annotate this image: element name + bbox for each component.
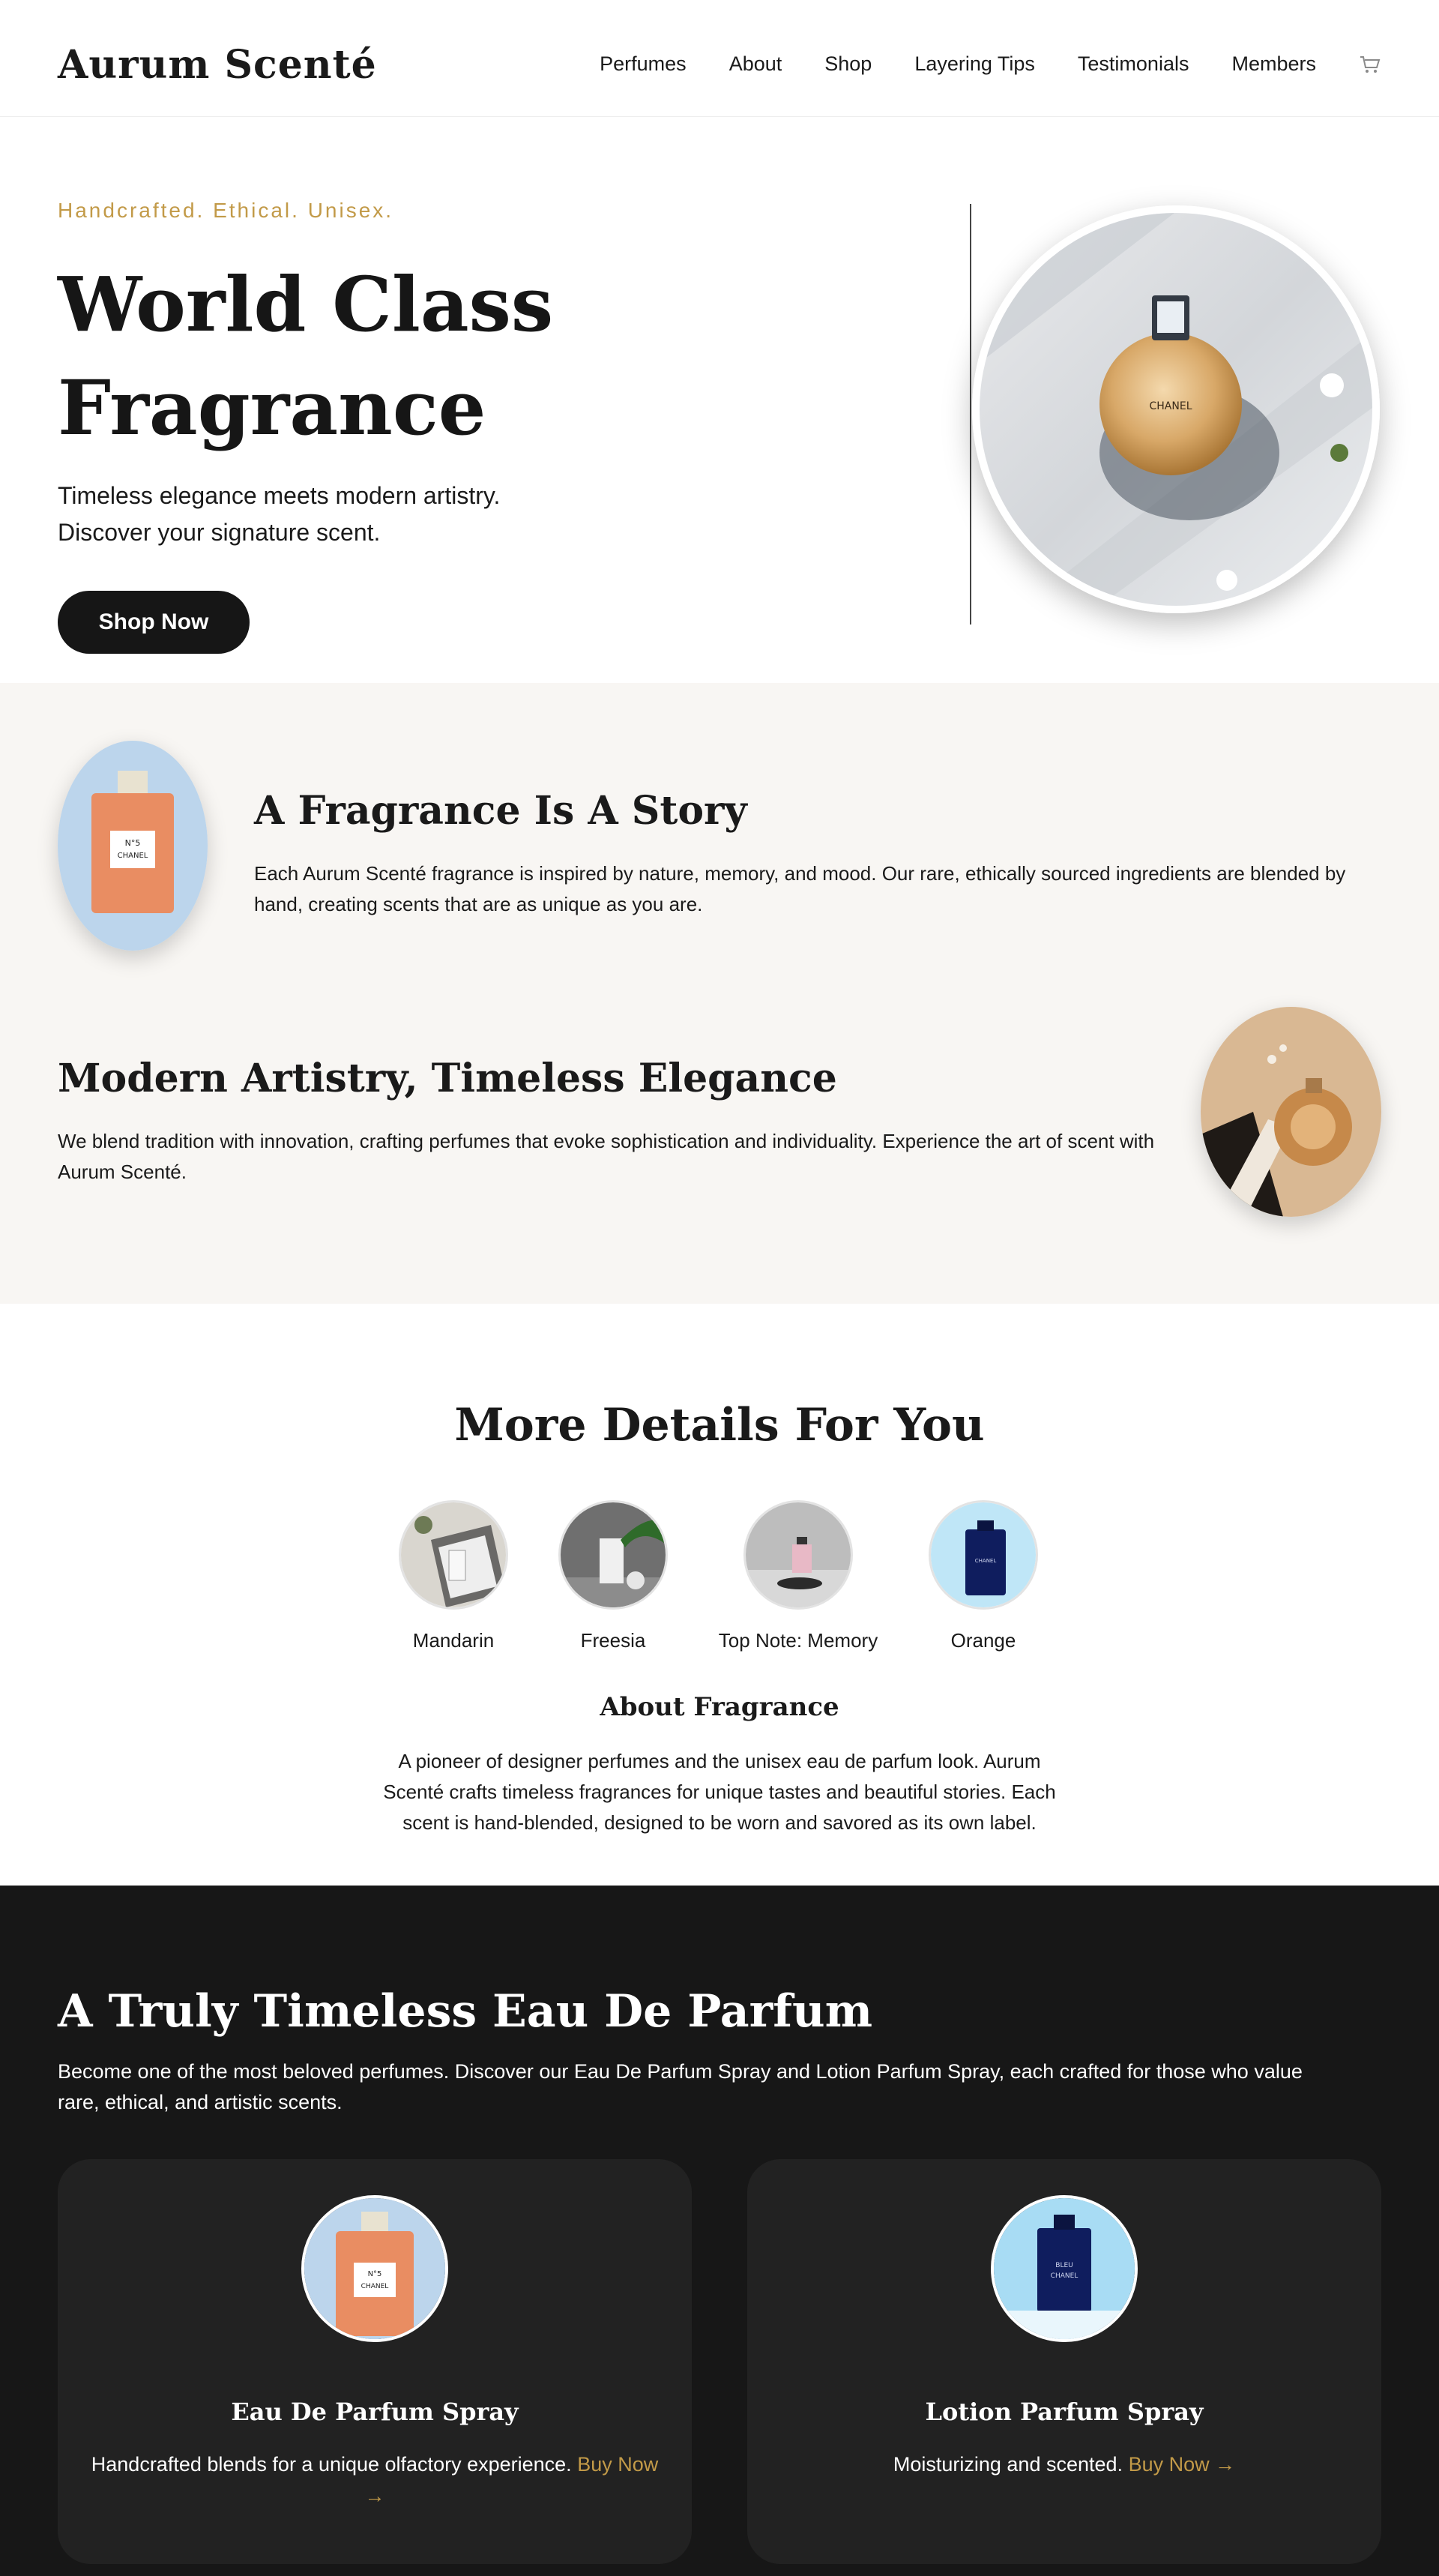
nav-shop[interactable]: Shop [824, 52, 872, 76]
note-label: Freesia [580, 1629, 646, 1652]
hero-divider [970, 204, 971, 625]
svg-text:CHANEL: CHANEL [1051, 2272, 1079, 2280]
shop-now-button[interactable]: Shop Now [58, 591, 250, 654]
product-name: Eau De Parfum Spray [231, 2398, 519, 2426]
note-item-top-note-memory[interactable]: Top Note: Memory [716, 1500, 881, 1652]
cart-icon[interactable] [1359, 53, 1381, 76]
product-description-text: Handcrafted blends for a unique olfactor… [91, 2453, 572, 2476]
products-title: A Truly Timeless Eau De Parfum [58, 1985, 873, 2038]
product-image: BLEU CHANEL [991, 2195, 1138, 2342]
svg-text:N°5: N°5 [125, 838, 141, 848]
hero-perfume-image: CHANEL [972, 205, 1380, 613]
hero-subtitle: Timeless elegance meets modern artistry.… [58, 478, 582, 551]
story-section: N°5 CHANEL A Fragrance Is A Story Each A… [0, 683, 1439, 1304]
story-perfume-image: N°5 CHANEL [58, 741, 208, 951]
buy-now-link[interactable]: Buy Now → [1129, 2453, 1236, 2476]
product-name: Lotion Parfum Spray [925, 2398, 1204, 2426]
hero-title-line-1: World Class [58, 260, 554, 349]
details-section: More Details For You Mandarin Freesia To… [0, 1304, 1439, 1886]
story-title-1: A Fragrance Is A Story [254, 788, 747, 834]
svg-text:N°5: N°5 [368, 2270, 382, 2278]
note-label: Mandarin [412, 1629, 495, 1652]
note-item-orange[interactable]: CHANEL Orange [929, 1500, 1038, 1652]
brand-logo[interactable]: Aurum Scenté [58, 42, 377, 88]
product-image: N°5 CHANEL [301, 2195, 448, 2342]
main-nav: Perfumes About Shop Layering Tips Testim… [600, 52, 1381, 76]
products-section: A Truly Timeless Eau De Parfum Become on… [0, 1886, 1439, 2576]
svg-text:CHANEL: CHANEL [975, 1558, 997, 1564]
note-item-mandarin[interactable]: Mandarin [399, 1500, 508, 1652]
svg-text:CHANEL: CHANEL [361, 2283, 389, 2290]
product-description: Moisturizing and scented. Buy Now → [777, 2449, 1351, 2480]
hero-subtitle-line-1: Timeless elegance meets modern artistry. [58, 482, 501, 509]
nav-layering-tips[interactable]: Layering Tips [914, 52, 1035, 76]
note-image: CHANEL [929, 1500, 1038, 1610]
about-fragrance-title: About Fragrance [600, 1692, 839, 1722]
note-image [743, 1500, 853, 1610]
note-item-freesia[interactable]: Freesia [558, 1500, 668, 1652]
nav-perfumes[interactable]: Perfumes [600, 52, 687, 76]
hero-section: Handcrafted. Ethical. Unisex. World Clas… [0, 118, 1439, 683]
svg-text:CHANEL: CHANEL [1150, 400, 1192, 412]
svg-text:BLEU: BLEU [1055, 2262, 1073, 2269]
story-body-1: Each Aurum Scenté fragrance is inspired … [254, 862, 1346, 915]
nav-about[interactable]: About [729, 52, 782, 76]
story-body-2: We blend tradition with innovation, craf… [58, 1130, 1155, 1183]
details-title: More Details For You [454, 1399, 985, 1451]
products-lead: Become one of the most beloved perfumes.… [58, 2060, 1303, 2113]
nav-testimonials[interactable]: Testimonials [1078, 52, 1189, 76]
story-perfume-image-2 [1201, 1007, 1381, 1217]
story-title-2: Modern Artistry, Timeless Elegance [58, 1056, 837, 1101]
hero-eyebrow: Handcrafted. Ethical. Unisex. [58, 199, 394, 222]
product-description-text: Moisturizing and scented. [893, 2453, 1123, 2476]
product-card-eau-de-parfum: N°5 CHANEL Eau De Parfum Spray Handcraft… [58, 2159, 692, 2564]
hero-subtitle-line-2: Discover your signature scent. [58, 519, 381, 546]
product-card-lotion-parfum: BLEU CHANEL Lotion Parfum Spray Moisturi… [747, 2159, 1381, 2564]
note-image [399, 1500, 508, 1610]
hero-title: World Class Fragrance [58, 253, 553, 460]
hero-title-line-2: Fragrance [58, 364, 486, 452]
note-image [558, 1500, 668, 1610]
note-label: Orange [950, 1629, 1016, 1652]
about-fragrance-body: A pioneer of designer perfumes and the u… [383, 1750, 1056, 1834]
product-description: Handcrafted blends for a unique olfactor… [88, 2449, 662, 2512]
site-header: Aurum Scenté Perfumes About Shop Layerin… [0, 0, 1439, 117]
svg-text:CHANEL: CHANEL [118, 852, 148, 860]
nav-members[interactable]: Members [1231, 52, 1316, 76]
note-label: Top Note: Memory [718, 1629, 878, 1652]
